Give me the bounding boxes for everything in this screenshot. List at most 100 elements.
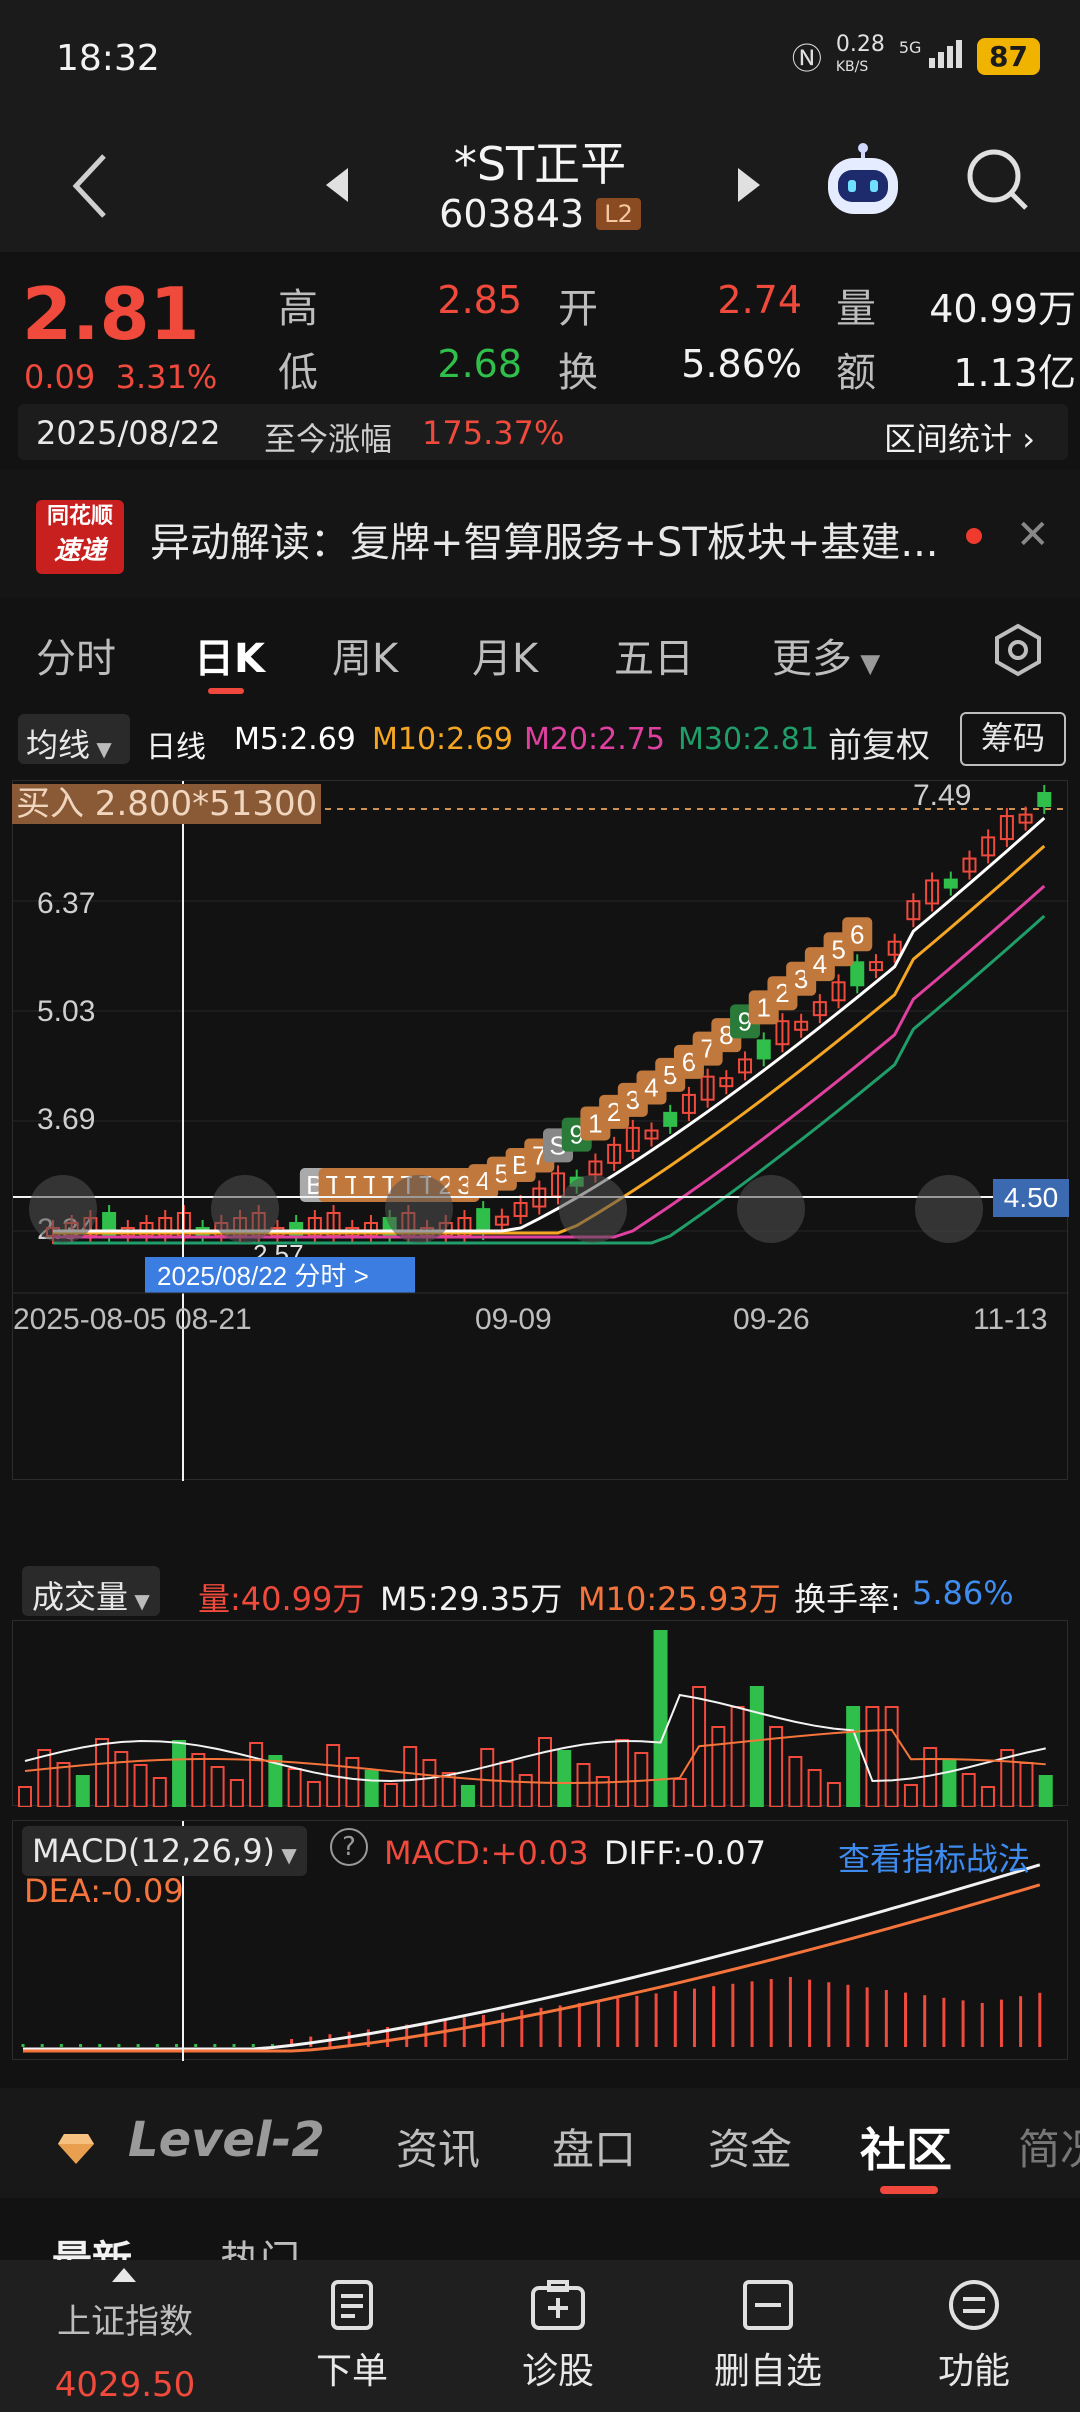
settings-icon[interactable] <box>990 622 1046 682</box>
order-icon <box>331 2280 373 2330</box>
volume-bar <box>730 1706 745 1808</box>
help-icon[interactable]: ? <box>330 1828 368 1866</box>
buy-order-label: 买入 2.800*51300 <box>12 784 322 824</box>
tab-daily-k[interactable]: 日K <box>194 626 265 684</box>
caret-down-icon: ▼ <box>275 1843 297 1867</box>
chevron-right-icon: › <box>1022 420 1035 458</box>
tab-capital[interactable]: 资金 <box>708 2116 792 2177</box>
volume-bar <box>903 1784 918 1808</box>
caret-down-icon: ▼ <box>128 1589 150 1613</box>
interval-date: 2025/08/22 <box>36 414 221 452</box>
prev-stock-button[interactable] <box>318 160 358 210</box>
subtab-active-indicator <box>880 2186 938 2194</box>
volume-bar <box>499 1761 514 1808</box>
menu-icon <box>949 2280 999 2330</box>
pan-left-icon-bg <box>559 1175 627 1243</box>
volume-bar <box>884 1706 899 1808</box>
tab-order-book[interactable]: 盘口 <box>552 2116 636 2177</box>
volume-bar <box>749 1686 764 1808</box>
adjust-mode[interactable]: 前复权 <box>828 718 930 767</box>
ai-robot-icon[interactable] <box>822 140 904 222</box>
tab-community[interactable]: 社区 <box>860 2114 952 2180</box>
period-tabs: 分时 日K 周K 月K 五日 更多 ▼ <box>0 604 1080 700</box>
x-axis-label: 11-13 <box>973 1303 1048 1336</box>
last-price: 2.81 <box>22 272 200 356</box>
volume-bar <box>460 1785 475 1808</box>
ma-select[interactable]: 均线 ▼ <box>18 714 130 764</box>
caret-up-icon <box>112 2268 136 2282</box>
nav-order[interactable]: 下单 <box>272 2278 432 2394</box>
zoom-in-icon-bg <box>211 1175 279 1243</box>
high-value: 2.85 <box>437 278 522 322</box>
tab-weekly-k[interactable]: 周K <box>332 626 398 684</box>
range-stats-button[interactable]: 区间统计 › <box>884 414 1035 460</box>
volume-bar <box>287 1768 302 1808</box>
unread-dot <box>966 528 982 544</box>
volume-select[interactable]: 成交量 ▼ <box>22 1566 160 1616</box>
volume-bar <box>345 1757 360 1808</box>
zoom-out-icon-bg <box>385 1175 453 1243</box>
double-left-icon-bg <box>29 1175 97 1243</box>
ma5-value: M5:2.69 <box>234 722 356 757</box>
back-button[interactable] <box>64 146 124 226</box>
filter-latest[interactable]: 最新 <box>52 2228 132 2260</box>
volume-svg <box>18 1630 1053 1808</box>
volume-bar <box>865 1706 880 1808</box>
stock-header: *ST正平 603843 L2 <box>0 120 1080 252</box>
index-widget[interactable]: 上证指数 4029.50 <box>20 2294 230 2405</box>
volume-bar <box>1038 1775 1053 1808</box>
volume-bar <box>37 1749 52 1808</box>
volume-bar <box>672 1778 687 1808</box>
volume-value: 40.99万 <box>929 287 1076 331</box>
status-bar: 18:32 Ⓝ 0.28 KB/S 5G 87 <box>0 0 1080 120</box>
tab-monthly-k[interactable]: 月K <box>472 626 538 684</box>
volume-bar <box>210 1766 225 1808</box>
kline-chart[interactable]: 7.496.375.033.692.34BTTTTTT2345B7S912345… <box>12 779 1069 1481</box>
search-icon[interactable] <box>962 144 1032 214</box>
community-filter-row: 最新 热门 <box>0 2198 1080 2260</box>
volume-bar <box>229 1779 244 1808</box>
chips-button[interactable]: 筹码 <box>960 712 1066 766</box>
candle-body <box>943 878 958 889</box>
volume-bar <box>249 1742 264 1808</box>
volume-bar <box>114 1751 129 1808</box>
news-banner[interactable]: 同花顺 速递 异动解读：复牌+智算服务+ST板块+基建... <box>0 470 1080 598</box>
nav-diagnose[interactable]: 诊股 <box>478 2278 638 2394</box>
low-value: 2.68 <box>437 342 522 386</box>
x-axis-label: 09-26 <box>733 1303 810 1336</box>
tab-intraday[interactable]: 分时 <box>36 626 116 684</box>
signal-icon: 5G <box>899 38 963 74</box>
tab-level2[interactable]: Level-2 <box>128 2112 325 2168</box>
tab-more[interactable]: 更多 ▼ <box>772 626 880 684</box>
tab-profile[interactable]: 简况 <box>1018 2116 1080 2177</box>
volume-bar <box>1019 1762 1034 1808</box>
volume-bar <box>383 1783 398 1808</box>
caret-down-icon: ▼ <box>852 649 881 679</box>
bottom-nav: 上证指数 4029.50 下单 诊股 删自选 功能 <box>0 2260 1080 2412</box>
kline-svg: 7.496.375.033.692.34BTTTTTT2345B7S912345… <box>13 779 1069 1481</box>
volume-bar <box>403 1746 418 1808</box>
nav-remove-watchlist[interactable]: 删自选 <box>688 2278 848 2394</box>
tab-five-day[interactable]: 五日 <box>614 626 694 684</box>
macd-select[interactable]: MACD(12,26,9) ▼ <box>22 1826 307 1876</box>
indicator-strategy-link[interactable]: 查看指标战法 <box>838 1834 1030 1880</box>
volume-bar <box>56 1762 71 1808</box>
next-stock-button[interactable] <box>728 160 768 210</box>
volume-bar <box>18 1786 32 1808</box>
ma30-value: M30:2.81 <box>678 722 819 757</box>
status-time: 18:32 <box>56 38 160 79</box>
turnover-rate-label: 换手率: <box>794 1580 901 1618</box>
nav-functions[interactable]: 功能 <box>894 2278 1054 2394</box>
y-axis-label: 6.37 <box>37 887 95 920</box>
period-label: 日线 <box>146 730 206 765</box>
info-tabs: Level-2 资讯 盘口 资金 社区 简况 <box>0 2088 1080 2198</box>
filter-hot[interactable]: 热门 <box>220 2228 300 2260</box>
volume-chart[interactable] <box>12 1620 1068 1808</box>
high-label: 高 <box>278 286 318 332</box>
stock-code-row: 603843 L2 <box>360 192 720 236</box>
price-change: 0.09 3.31% <box>24 358 218 396</box>
close-icon[interactable]: ✕ <box>1016 512 1050 558</box>
candle-body <box>663 1111 678 1127</box>
tab-news[interactable]: 资讯 <box>396 2116 480 2177</box>
stock-code: 603843 <box>439 192 585 236</box>
